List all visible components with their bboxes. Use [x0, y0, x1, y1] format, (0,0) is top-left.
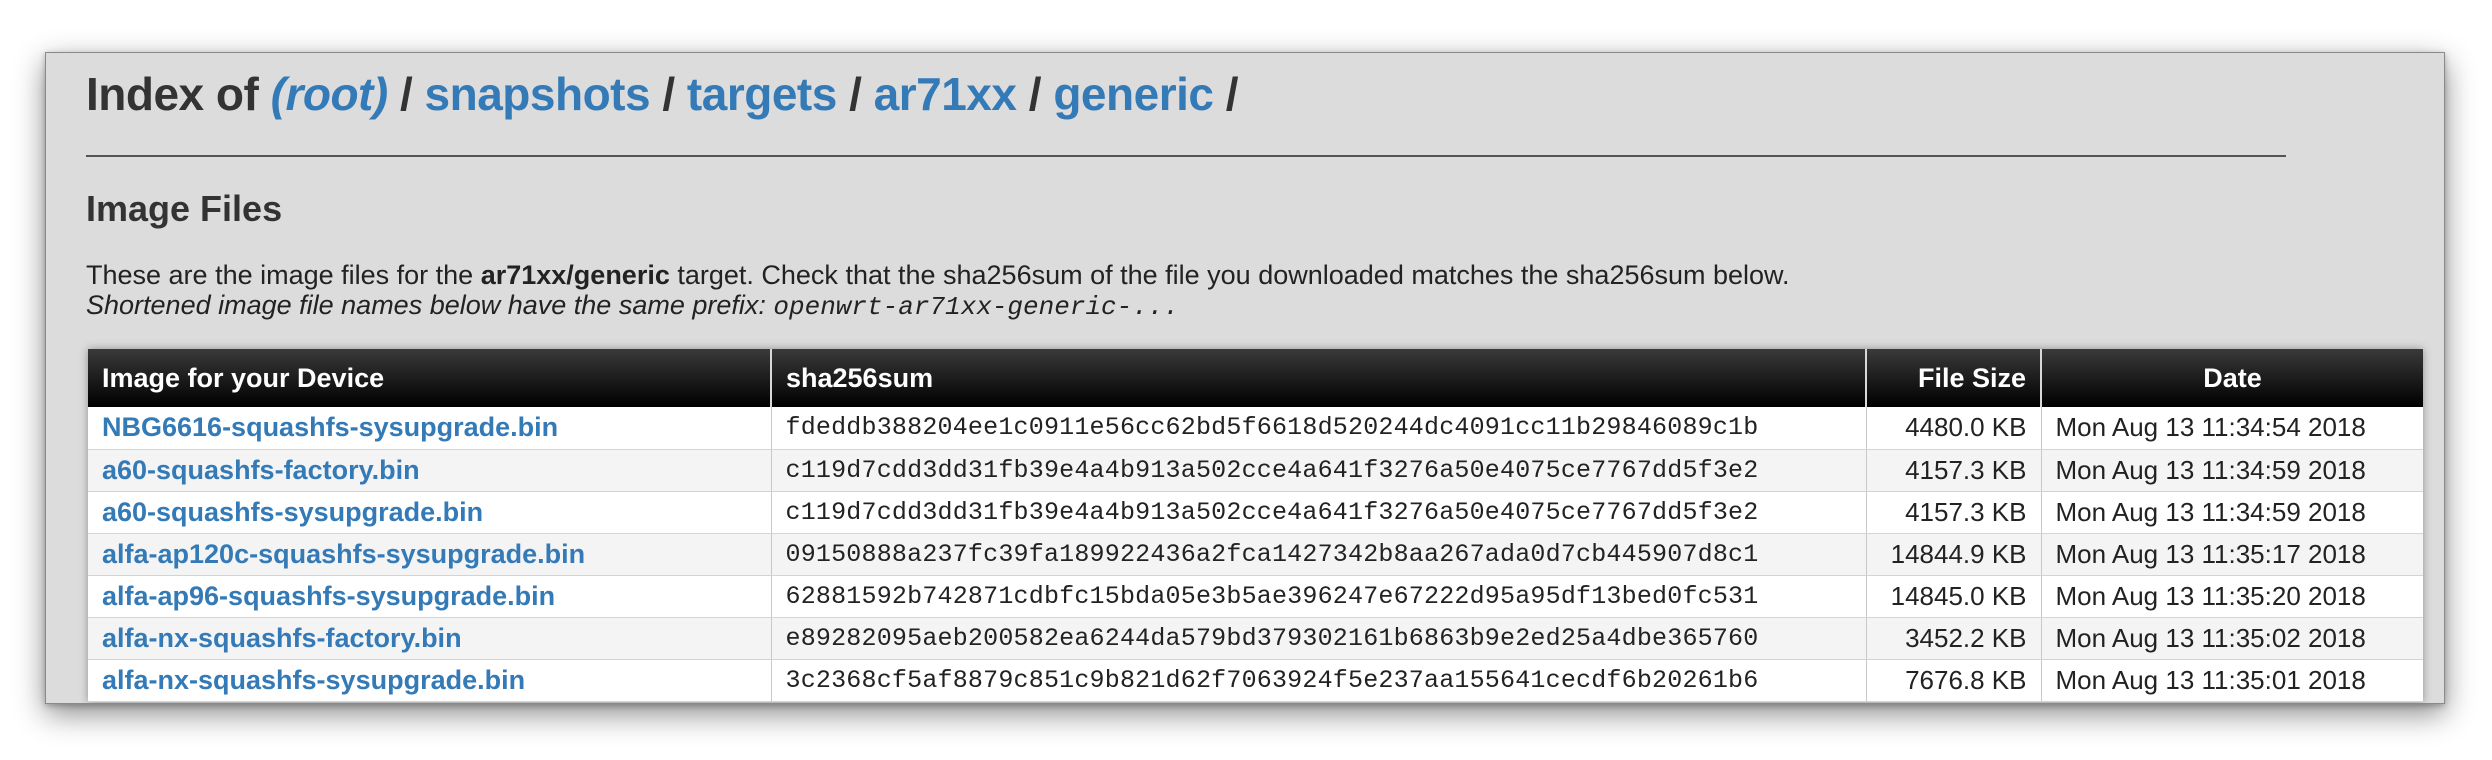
browser-page: Index of (root) / snapshots / targets / … — [45, 52, 2445, 704]
file-name-cell: alfa-nx-squashfs-sysupgrade.bin — [88, 659, 772, 702]
file-name-cell: a60-squashfs-factory.bin — [88, 449, 772, 492]
file-name-cell: alfa-nx-squashfs-factory.bin — [88, 617, 772, 660]
column-header-sha256sum: sha256sum — [771, 349, 1867, 407]
file-download-link[interactable]: a60-squashfs-sysupgrade.bin — [102, 497, 483, 527]
file-name-cell: a60-squashfs-sysupgrade.bin — [88, 491, 772, 534]
file-name-cell: NBG6616-squashfs-sysupgrade.bin — [88, 407, 772, 450]
file-download-link[interactable]: alfa-nx-squashfs-sysupgrade.bin — [102, 665, 525, 695]
table-row: a60-squashfs-factory.bin c119d7cdd3dd31fb… — [88, 449, 2423, 492]
column-header-name: Image for your Device — [88, 349, 772, 407]
description: These are the image files for the ar71xx… — [86, 260, 1790, 322]
date-cell: Mon Aug 13 11:34:59 2018 — [2041, 449, 2423, 492]
sha256sum-cell: c119d7cdd3dd31fb39e4a4b913a502cce4a641f3… — [771, 449, 1867, 492]
table-row: alfa-nx-squashfs-factory.bin e89282095aeb… — [88, 617, 2423, 660]
file-download-link[interactable]: alfa-ap120c-squashfs-sysupgrade.bin — [102, 539, 585, 569]
file-download-link[interactable]: NBG6616-squashfs-sysupgrade.bin — [102, 412, 558, 442]
date-cell: Mon Aug 13 11:35:01 2018 — [2041, 659, 2423, 702]
file-size-cell: 4157.3 KB — [1866, 491, 2042, 534]
target-name: ar71xx/generic — [480, 260, 670, 290]
table-row: a60-squashfs-sysupgrade.bin c119d7cdd3dd3… — [88, 491, 2423, 534]
sha256sum-cell: 62881592b742871cdbfc15bda05e3b5ae396247e… — [771, 575, 1867, 618]
sha256sum-cell: fdeddb388204ee1c0911e56cc62bd5f6618d5202… — [771, 407, 1867, 450]
section-title: Image Files — [86, 188, 283, 229]
breadcrumb-separator: / — [399, 68, 413, 120]
filename-prefix: openwrt-ar71xx-generic-... — [773, 292, 1180, 322]
page-content: Index of (root) / snapshots / targets / … — [86, 53, 2444, 703]
date-cell: Mon Aug 13 11:34:59 2018 — [2041, 491, 2423, 534]
breadcrumb-snapshots-link[interactable]: snapshots — [425, 68, 651, 120]
table-row: alfa-ap120c-squashfs-sysupgrade.bin 09150… — [88, 533, 2423, 576]
sha256sum-cell: e89282095aeb200582ea6244da579bd379302161… — [771, 617, 1867, 660]
horizontal-divider — [86, 155, 2286, 157]
breadcrumb-targets-link[interactable]: targets — [687, 68, 837, 120]
sha256sum-cell: 09150888a237fc39fa189922436a2fca1427342b… — [771, 533, 1867, 576]
table-row: alfa-ap96-squashfs-sysupgrade.bin 6288159… — [88, 575, 2423, 618]
file-size-cell: 4157.3 KB — [1866, 449, 2042, 492]
file-name-cell: alfa-ap96-squashfs-sysupgrade.bin — [88, 575, 772, 618]
page-title: Index of (root) / snapshots / targets / … — [86, 67, 1239, 121]
date-cell: Mon Aug 13 11:35:20 2018 — [2041, 575, 2423, 618]
breadcrumb-separator: / — [1028, 68, 1042, 120]
file-download-link[interactable]: alfa-ap96-squashfs-sysupgrade.bin — [102, 581, 555, 611]
table-body: NBG6616-squashfs-sysupgrade.bin fdeddb388… — [88, 407, 2423, 702]
column-header-date: Date — [2041, 349, 2423, 407]
file-download-link[interactable]: a60-squashfs-factory.bin — [102, 455, 420, 485]
breadcrumb-generic-link[interactable]: generic — [1053, 68, 1214, 120]
file-download-link[interactable]: alfa-nx-squashfs-factory.bin — [102, 623, 462, 653]
description-line-1: These are the image files for the ar71xx… — [86, 260, 1790, 290]
file-size-cell: 7676.8 KB — [1866, 659, 2042, 702]
breadcrumb-separator: / — [849, 68, 862, 120]
file-name-cell: alfa-ap120c-squashfs-sysupgrade.bin — [88, 533, 772, 576]
date-cell: Mon Aug 13 11:35:17 2018 — [2041, 533, 2423, 576]
table-header-row: Image for your Device sha256sum File Siz… — [88, 349, 2423, 407]
sha256sum-cell: c119d7cdd3dd31fb39e4a4b913a502cce4a641f3… — [771, 491, 1867, 534]
image-files-table: Image for your Device sha256sum File Siz… — [88, 349, 2423, 702]
column-header-file-size: File Size — [1866, 349, 2042, 407]
breadcrumb-separator: / — [662, 68, 675, 120]
description-line-2: Shortened image file names below have th… — [86, 290, 1180, 322]
sha256sum-cell: 3c2368cf5af8879c851c9b821d62f7063924f5e2… — [771, 659, 1867, 702]
table-row: NBG6616-squashfs-sysupgrade.bin fdeddb388… — [88, 407, 2423, 450]
file-size-cell: 3452.2 KB — [1866, 617, 2042, 660]
table-row: alfa-nx-squashfs-sysupgrade.bin 3c2368cf5… — [88, 659, 2423, 702]
file-size-cell: 14845.0 KB — [1866, 575, 2042, 618]
title-prefix: Index of — [86, 68, 259, 120]
breadcrumb-root-link[interactable]: (root) — [271, 68, 389, 120]
file-size-cell: 14844.9 KB — [1866, 533, 2042, 576]
breadcrumb-ar71xx-link[interactable]: ar71xx — [874, 68, 1017, 120]
date-cell: Mon Aug 13 11:34:54 2018 — [2041, 407, 2423, 450]
file-size-cell: 4480.0 KB — [1866, 407, 2042, 450]
breadcrumb-separator: / — [1225, 68, 1239, 120]
date-cell: Mon Aug 13 11:35:02 2018 — [2041, 617, 2423, 660]
